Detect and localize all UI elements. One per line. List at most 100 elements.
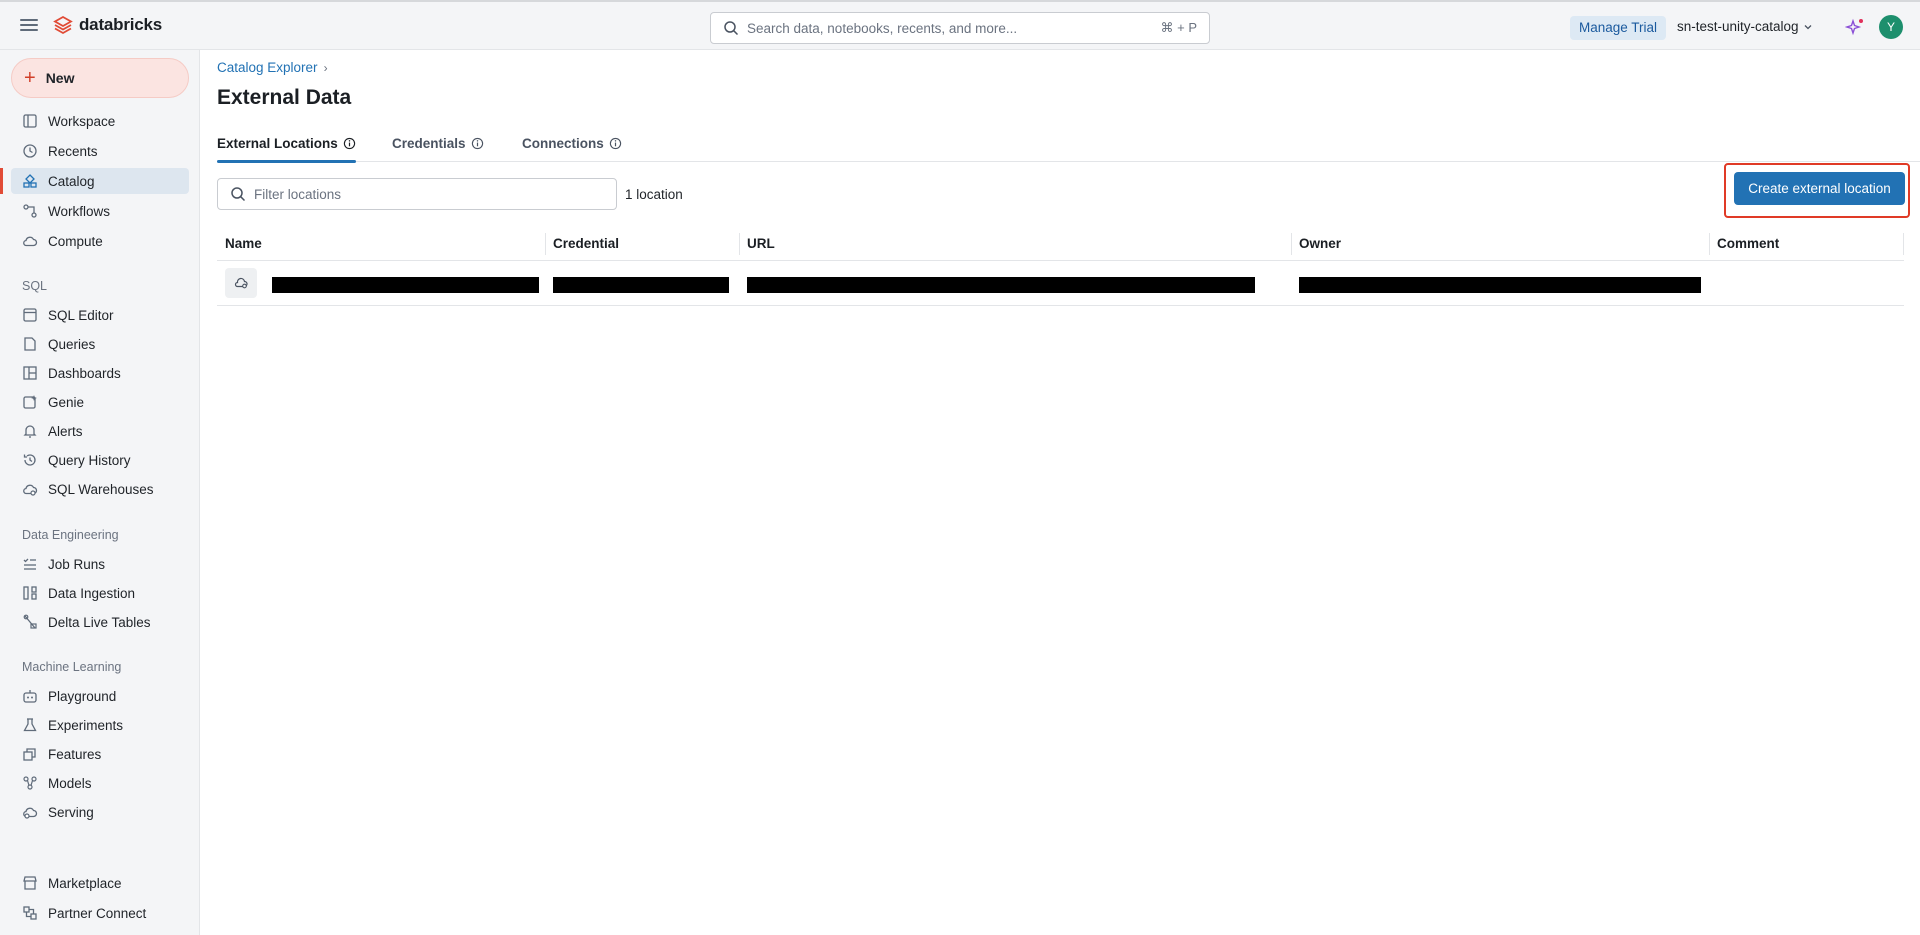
sidebar-item-catalog[interactable]: Catalog xyxy=(11,168,189,194)
filter-placeholder: Filter locations xyxy=(254,186,342,202)
workspace-name: sn-test-unity-catalog xyxy=(1677,19,1799,34)
redacted-name[interactable] xyxy=(272,277,539,293)
filter-locations-input[interactable]: Filter locations xyxy=(217,178,617,210)
sidebar: + New Workspace Recents Catalog Workflow… xyxy=(0,50,200,935)
sidebar-item-label: Compute xyxy=(48,233,103,249)
dlt-icon xyxy=(23,614,37,629)
sidebar-item-label: Delta Live Tables xyxy=(48,614,151,630)
partner-icon xyxy=(23,906,37,920)
menu-icon[interactable] xyxy=(20,16,38,34)
models-icon xyxy=(23,776,37,790)
sidebar-item-serving[interactable]: Serving xyxy=(11,799,189,825)
tab-label: Credentials xyxy=(392,136,466,151)
workspace-icon xyxy=(23,114,37,128)
column-header-url[interactable]: URL xyxy=(739,227,775,261)
sidebar-item-sql-editor[interactable]: SQL Editor xyxy=(11,302,189,328)
tab-bar: External Locations Credentials Connectio… xyxy=(217,136,1920,163)
sidebar-item-compute[interactable]: Compute xyxy=(11,228,189,254)
search-icon xyxy=(724,21,739,36)
column-header-name[interactable]: Name xyxy=(217,227,262,261)
sidebar-item-features[interactable]: Features xyxy=(11,741,189,767)
sidebar-item-data-ingestion[interactable]: Data Ingestion xyxy=(11,580,189,606)
manage-trial-button[interactable]: Manage Trial xyxy=(1570,16,1667,40)
workspace-switcher[interactable]: sn-test-unity-catalog xyxy=(1677,19,1813,34)
databricks-logo[interactable]: databricks xyxy=(53,15,162,35)
sidebar-section-sql: SQL xyxy=(22,279,48,293)
new-button-label: New xyxy=(45,70,75,86)
cloud-icon xyxy=(23,236,38,247)
redacted-owner xyxy=(1299,277,1701,293)
cloud-location-icon xyxy=(234,277,248,289)
features-icon xyxy=(23,748,36,761)
tab-label: External Locations xyxy=(217,136,338,151)
experiments-icon xyxy=(23,718,37,732)
sidebar-item-dashboards[interactable]: Dashboards xyxy=(11,360,189,386)
active-indicator xyxy=(0,168,3,194)
sidebar-section-data-engineering: Data Engineering xyxy=(22,528,119,542)
sidebar-item-label: Partner Connect xyxy=(48,905,147,921)
sidebar-item-job-runs[interactable]: Job Runs xyxy=(11,551,189,577)
sidebar-item-label: Workflows xyxy=(48,203,111,219)
catalog-icon xyxy=(23,174,37,188)
sidebar-item-playground[interactable]: Playground xyxy=(11,683,189,709)
sidebar-item-label: Workspace xyxy=(48,113,116,129)
assistant-sparkle-icon[interactable] xyxy=(1845,17,1865,37)
sidebar-item-label: Models xyxy=(48,775,92,791)
top-bar: databricks Search data, notebooks, recen… xyxy=(0,0,1920,50)
sidebar-item-experiments[interactable]: Experiments xyxy=(11,712,189,738)
sidebar-item-label: SQL Editor xyxy=(48,307,114,323)
marketplace-icon xyxy=(23,876,37,890)
bell-icon xyxy=(23,425,37,438)
column-header-owner[interactable]: Owner xyxy=(1291,227,1341,261)
column-resizer[interactable] xyxy=(1903,233,1904,255)
breadcrumb-catalog-explorer[interactable]: Catalog Explorer xyxy=(217,60,318,75)
sidebar-item-workspace[interactable]: Workspace xyxy=(11,108,189,134)
sidebar-item-label: Job Runs xyxy=(48,556,106,572)
queries-icon xyxy=(24,337,36,351)
sidebar-item-label: Features xyxy=(48,746,102,762)
sidebar-item-label: Genie xyxy=(48,394,85,410)
sidebar-item-recents[interactable]: Recents xyxy=(11,138,189,164)
sidebar-item-models[interactable]: Models xyxy=(11,770,189,796)
info-icon[interactable] xyxy=(471,137,484,150)
breadcrumb: Catalog Explorer › xyxy=(217,60,328,75)
sidebar-item-sql-warehouses[interactable]: SQL Warehouses xyxy=(11,476,189,502)
tab-credentials[interactable]: Credentials xyxy=(392,136,484,162)
create-external-location-button[interactable]: Create external location xyxy=(1734,172,1905,205)
new-button[interactable]: + New xyxy=(11,58,189,98)
job-runs-icon xyxy=(23,558,36,570)
global-search[interactable]: Search data, notebooks, recents, and mor… xyxy=(710,12,1210,44)
info-icon[interactable] xyxy=(609,137,622,150)
page-title: External Data xyxy=(217,86,352,109)
redacted-url xyxy=(747,277,1255,293)
column-header-credential[interactable]: Credential xyxy=(545,227,619,261)
search-placeholder: Search data, notebooks, recents, and mor… xyxy=(747,20,1018,36)
sidebar-item-workflows[interactable]: Workflows xyxy=(11,198,189,224)
sidebar-item-label: Data Ingestion xyxy=(48,585,136,601)
sidebar-item-label: Playground xyxy=(48,688,117,704)
databricks-logo-icon xyxy=(53,15,73,35)
sidebar-item-label: Marketplace xyxy=(48,875,122,891)
genie-icon xyxy=(23,395,37,409)
warehouse-icon xyxy=(23,484,38,496)
tab-external-locations[interactable]: External Locations xyxy=(217,136,356,163)
sidebar-item-partner-connect[interactable]: Partner Connect xyxy=(11,900,189,926)
sidebar-item-delta-live-tables[interactable]: Delta Live Tables xyxy=(11,609,189,635)
locations-table: Name Credential URL Owner Comment xyxy=(217,227,1904,306)
sidebar-item-queries[interactable]: Queries xyxy=(11,331,189,357)
table-row[interactable] xyxy=(217,261,1904,306)
sidebar-item-label: Catalog xyxy=(48,173,95,189)
sidebar-item-label: Queries xyxy=(48,336,96,352)
column-header-comment[interactable]: Comment xyxy=(1709,227,1779,261)
sidebar-item-genie[interactable]: Genie xyxy=(11,389,189,415)
tab-label: Connections xyxy=(522,136,604,151)
tab-connections[interactable]: Connections xyxy=(522,136,622,162)
user-avatar[interactable]: Y xyxy=(1879,15,1903,39)
workflows-icon xyxy=(23,204,37,218)
sidebar-item-query-history[interactable]: Query History xyxy=(11,447,189,473)
sidebar-item-alerts[interactable]: Alerts xyxy=(11,418,189,444)
sidebar-item-label: Dashboards xyxy=(48,365,121,381)
info-icon[interactable] xyxy=(343,137,356,150)
sidebar-item-marketplace[interactable]: Marketplace xyxy=(11,870,189,896)
sidebar-section-machine-learning: Machine Learning xyxy=(22,660,122,674)
